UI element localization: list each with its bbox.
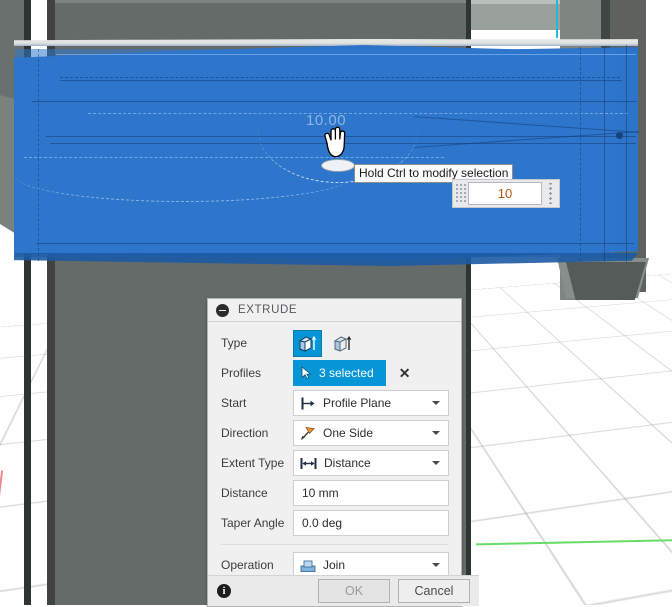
profiles-select-button[interactable]: 3 selected	[293, 360, 386, 386]
extrude-dialog[interactable]: EXTRUDE Type Profiles 3 selected ✕ Start…	[207, 298, 479, 607]
preview-edge	[60, 80, 622, 81]
row-taper-angle: Taper Angle 0.0 deg	[208, 508, 461, 538]
chevron-down-icon[interactable]	[432, 431, 440, 435]
distance-value: 10 mm	[302, 486, 339, 500]
extrude-preview-bottom	[14, 253, 638, 266]
chevron-down-icon[interactable]	[432, 401, 440, 405]
label-type: Type	[221, 336, 248, 350]
type-button-group	[293, 329, 357, 357]
row-direction: Direction One Side	[208, 418, 461, 448]
preview-edge	[38, 49, 39, 261]
preview-edge	[580, 47, 581, 261]
start-value: Profile Plane	[323, 396, 392, 410]
extrude-preview-top-highlight	[14, 39, 638, 46]
dialog-title: EXTRUDE	[238, 304, 298, 316]
preview-edge	[626, 45, 627, 263]
solid-body-front-top-edge	[55, 0, 467, 3]
label-profiles: Profiles	[221, 366, 262, 380]
info-icon[interactable]: i	[217, 584, 231, 598]
preview-edge	[32, 101, 637, 102]
highlighted-edge	[556, 0, 558, 38]
preview-edge	[88, 113, 628, 114]
preview-edge	[36, 243, 634, 244]
label-operation: Operation	[221, 558, 274, 572]
solid-body-rear-top	[468, 0, 562, 30]
chevron-down-icon[interactable]	[432, 563, 440, 567]
solid-body-right-bottom-shadow	[566, 262, 646, 300]
solid-body-rear-top-edge	[466, 0, 562, 4]
extent-type-value: Distance	[324, 456, 371, 470]
row-profiles: Profiles 3 selected ✕	[208, 358, 461, 388]
dialog-divider	[221, 544, 448, 545]
profiles-value: 3 selected	[319, 366, 374, 380]
label-direction: Direction	[221, 426, 269, 440]
profiles-clear-button[interactable]: ✕	[399, 365, 411, 382]
label-extent-type: Extent Type	[221, 456, 285, 470]
join-boolean-icon	[300, 560, 316, 572]
preview-edge	[60, 77, 620, 78]
collapse-minus-icon[interactable]	[216, 303, 229, 317]
direction-value: One Side	[323, 426, 374, 440]
extrude-type-tapered-icon	[333, 335, 352, 352]
extrude-type-tapered-button[interactable]	[328, 330, 357, 357]
distance-manipulator-input[interactable]: 10	[452, 179, 560, 208]
dialog-header[interactable]: EXTRUDE	[208, 299, 461, 322]
more-options-dots-icon[interactable]	[544, 183, 557, 204]
cursor-arrow-icon	[301, 366, 312, 380]
dialog-footer: i OK Cancel	[208, 575, 479, 606]
profile-plane-icon	[301, 397, 315, 409]
drag-manipulator-handle[interactable]	[321, 159, 355, 172]
row-start: Start Profile Plane	[208, 388, 461, 418]
one-side-arrow-icon	[301, 426, 315, 440]
taper-angle-value: 0.0 deg	[302, 516, 343, 530]
dialog-body: Type Profiles 3 selected ✕ Start Profile…	[208, 322, 461, 580]
drag-grip-icon[interactable]	[455, 183, 466, 204]
label-start: Start	[221, 396, 247, 410]
open-hand-cursor-icon	[323, 126, 353, 160]
cancel-button[interactable]: Cancel	[398, 579, 470, 603]
ok-button[interactable]: OK	[318, 579, 390, 603]
operation-value: Join	[323, 558, 346, 572]
preview-edge	[56, 54, 636, 55]
preview-edge	[604, 47, 605, 262]
extrude-type-simple-button[interactable]	[293, 329, 322, 357]
chevron-down-icon[interactable]	[432, 461, 440, 465]
extent-type-dropdown[interactable]: Distance	[293, 450, 449, 476]
label-distance: Distance	[221, 486, 268, 500]
taper-angle-input[interactable]: 0.0 deg	[293, 510, 449, 536]
row-extent-type: Extent Type Distance	[208, 448, 461, 478]
extrude-type-simple-icon	[298, 335, 317, 352]
row-distance: Distance 10 mm	[208, 478, 461, 508]
distance-arrows-icon	[300, 457, 317, 469]
direction-dropdown[interactable]: One Side	[293, 420, 449, 446]
preview-vertex-point	[616, 132, 623, 139]
distance-input[interactable]: 10 mm	[293, 480, 449, 506]
manipulator-value[interactable]: 10	[468, 182, 542, 205]
label-taper-angle: Taper Angle	[221, 516, 285, 530]
start-dropdown[interactable]: Profile Plane	[293, 390, 449, 416]
row-type: Type	[208, 328, 461, 358]
